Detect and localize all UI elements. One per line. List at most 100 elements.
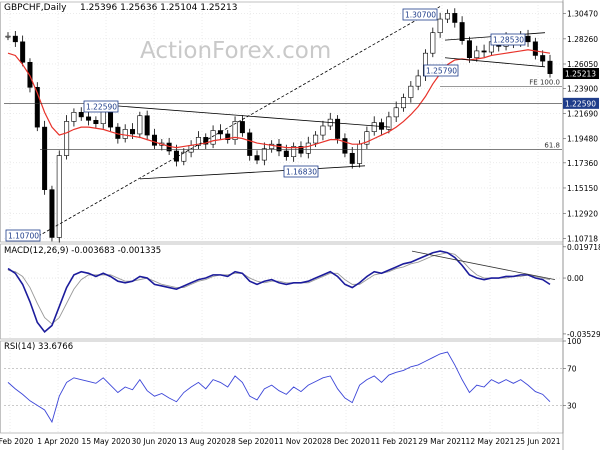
candle-body [437, 18, 443, 34]
candle-body [547, 60, 553, 74]
x-tick-label: 11 Feb 2021 [371, 437, 418, 446]
candle-body [137, 115, 143, 135]
candle-body [444, 13, 450, 20]
macd-title: MACD(12,26,9) -0.003683 -0.001335 [4, 246, 161, 256]
candle-body [459, 22, 465, 41]
x-tick-label: 25 Jun 2021 [515, 437, 560, 446]
ohlc-readout: 1.25396 1.25636 1.25104 1.25213 [80, 3, 237, 13]
candle-body [71, 112, 77, 122]
candle-body [313, 134, 319, 144]
candle-body [386, 116, 392, 130]
x-tick-label: 12 May 2021 [466, 437, 515, 446]
price-annotation: 1.10700 [8, 232, 39, 241]
candle-body [481, 50, 487, 53]
x-tick-label: 15 May 2020 [82, 437, 131, 446]
candle-body [27, 61, 33, 88]
candle-body [335, 118, 341, 139]
price-annotation: 1.25790 [426, 67, 457, 76]
candle-body [78, 112, 84, 118]
candle-body [305, 142, 311, 154]
candle-body [130, 129, 136, 135]
candle-body [452, 13, 458, 23]
candle-body [371, 122, 377, 132]
candle-body [144, 115, 150, 136]
macd-y-tick-label: 0.019718 [567, 243, 600, 252]
y-tick-label: 1.21690 [567, 110, 598, 119]
candle-body [532, 41, 538, 56]
candle-body [408, 85, 414, 98]
x-tick-label: 30 Jun 2020 [131, 437, 176, 446]
macd-trendline [411, 250, 556, 281]
candle-body [122, 129, 128, 139]
macd-signal-line [7, 252, 551, 325]
x-tick-label: 13 Aug 2020 [178, 437, 226, 446]
chart-grid [0, 0, 564, 450]
rsi-y-tick-label: 30 [567, 401, 577, 410]
x-tick-label: 11 Nov 2020 [274, 437, 322, 446]
candle-body [415, 75, 421, 87]
triangle-lower-trendline [139, 165, 366, 180]
level-text: FE 100.0 [529, 79, 560, 87]
candle-body [247, 132, 253, 156]
candle-body [42, 126, 48, 190]
time-axis: 17 Feb 20201 Apr 202015 May 202030 Jun 2… [0, 437, 561, 446]
candle-body [20, 41, 26, 63]
right-price-axis: 1.30470 1.28260 1.26050 1.23900 1.21690 1.194… [563, 10, 600, 410]
x-tick-label: 28 Sep 2020 [226, 437, 274, 446]
candle-body [357, 143, 363, 164]
x-tick-label: 28 Dec 2020 [322, 437, 370, 446]
y-tick-label: 1.28260 [567, 35, 598, 44]
candle-body [261, 148, 267, 161]
candle-body [283, 150, 289, 157]
candle-body [474, 50, 480, 59]
macd-line [7, 250, 551, 334]
x-tick-label: 17 Feb 2020 [0, 437, 34, 446]
macd-pane [4, 250, 562, 334]
rsi-title: RSI(14) 33.6766 [4, 342, 73, 352]
level-tag-text: 1.22590 [565, 99, 596, 108]
candle-body [49, 189, 55, 238]
x-tick-label: 29 Mar 2021 [418, 437, 466, 446]
candle-body [349, 152, 355, 164]
price-annotation: 1.28530 [493, 36, 524, 45]
channel-lower-line [444, 57, 546, 68]
rsi-y-tick-label: 100 [567, 337, 582, 346]
symbol-label: GBPCHF,Daily [4, 3, 67, 13]
x-tick-label: 1 Apr 2020 [37, 437, 79, 446]
candle-body [151, 134, 157, 146]
rsi-y-tick-label: 70 [567, 365, 577, 374]
current-price-text: 1.25213 [565, 70, 596, 79]
price-annotation: 1.16830 [286, 168, 317, 177]
candle-body [540, 55, 546, 62]
candle-body [342, 138, 348, 154]
rsi-line [7, 351, 551, 424]
price-annotation: 1.30700 [405, 11, 436, 20]
candle-body [254, 155, 260, 161]
candle-body [12, 35, 18, 43]
level-text: 61.8 [544, 141, 560, 149]
y-tick-label: 1.15150 [567, 184, 598, 193]
candle-body [5, 35, 11, 38]
pane-border [0, 340, 564, 434]
candle-body [86, 116, 92, 121]
candle-body [115, 126, 121, 139]
candle-body [393, 107, 399, 118]
candle-body [93, 119, 99, 125]
candle-body [320, 125, 326, 136]
y-tick-label: 1.26050 [567, 60, 598, 69]
candle-body [276, 143, 282, 152]
candle-body [210, 130, 216, 145]
price-annotation: 1.22590 [86, 103, 117, 112]
y-tick-label: 1.23900 [567, 84, 598, 93]
y-tick-label: 1.30470 [567, 10, 598, 19]
candle-body [525, 35, 531, 43]
watermark: ActionForex.com [140, 38, 331, 64]
candle-body [430, 32, 436, 54]
macd-y-tick-label: 0.00 [567, 274, 584, 283]
pane-border [0, 243, 564, 340]
candle-body [401, 97, 407, 109]
rsi-pane [4, 351, 562, 424]
price-chart: ActionForex.com FE 100.0 61.8 1.30700 1.285… [0, 0, 600, 450]
y-tick-label: 1.19480 [567, 135, 598, 144]
y-tick-label: 1.12920 [567, 209, 598, 218]
